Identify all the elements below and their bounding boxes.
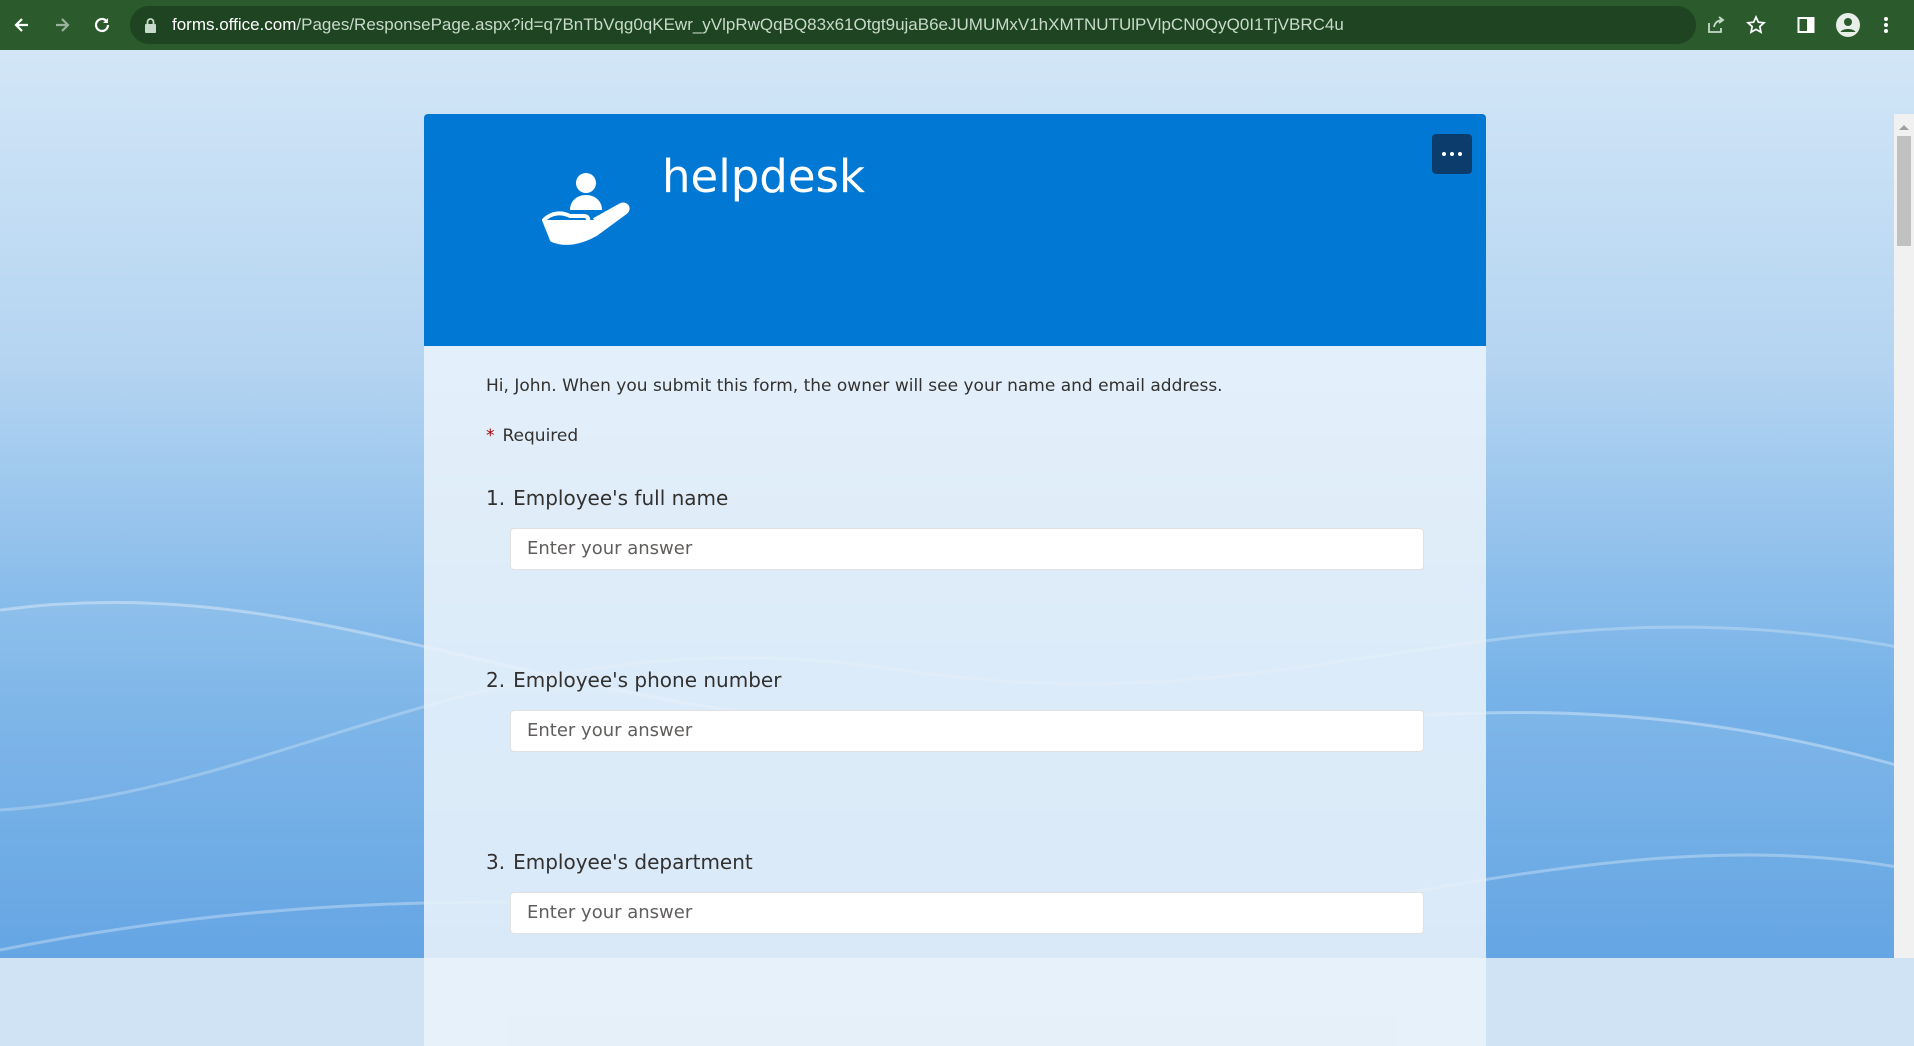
url-host: forms.office.com [172, 15, 297, 34]
page-scrollbar[interactable] [1894, 114, 1914, 958]
question-number: 3. [486, 850, 506, 874]
scrollbar-thumb[interactable] [1897, 136, 1911, 246]
star-icon[interactable] [1744, 13, 1768, 37]
form-title: helpdesk [662, 150, 866, 203]
lock-icon[interactable] [144, 18, 157, 38]
form-card: helpdesk Hi, John. When you submit this … [424, 114, 1486, 1046]
question-number: 1. [486, 486, 506, 510]
required-star: * [486, 426, 495, 446]
phone-number-input[interactable]: Enter your answer [510, 710, 1424, 752]
share-icon[interactable] [1704, 13, 1728, 37]
full-name-input[interactable]: Enter your answer [510, 528, 1424, 570]
question-label: Employee's full name [513, 486, 729, 510]
question-2: 2. Employee's phone number Enter your ans… [486, 668, 1426, 752]
question-label: Employee's phone number [513, 668, 782, 692]
menu-icon[interactable] [1870, 9, 1902, 41]
more-dot-icon [1442, 152, 1446, 156]
address-bar[interactable]: forms.office.com/Pages/ResponsePage.aspx… [130, 6, 1766, 44]
form-body: Hi, John. When you submit this form, the… [424, 346, 1486, 1046]
forward-icon[interactable] [46, 9, 78, 41]
question-3: 3. Employee's department Enter your answe… [486, 850, 1426, 934]
question-label: Employee's department [513, 850, 753, 874]
question-title: 3. Employee's department [486, 850, 1426, 874]
form-banner: helpdesk [424, 114, 1486, 346]
question-title: 1. Employee's full name [486, 486, 1426, 510]
url-path: /Pages/ResponsePage.aspx?id=q7BnTbVqg0qK… [296, 15, 1344, 34]
question-title: 2. Employee's phone number [486, 668, 1426, 692]
required-label: Required [502, 426, 579, 446]
scroll-up-arrow-icon[interactable] [1898, 118, 1910, 136]
sidepanel-icon[interactable] [1790, 9, 1822, 41]
more-options-button[interactable] [1432, 134, 1472, 174]
profile-icon[interactable] [1832, 9, 1864, 41]
reload-icon[interactable] [86, 9, 118, 41]
back-icon[interactable] [6, 9, 38, 41]
form-intro-text: Hi, John. When you submit this form, the… [486, 376, 1223, 396]
helpdesk-hand-icon [542, 170, 632, 251]
browser-toolbar: forms.office.com/Pages/ResponsePage.aspx… [0, 0, 1914, 50]
department-input[interactable]: Enter your answer [510, 892, 1424, 934]
url-text[interactable]: forms.office.com/Pages/ResponsePage.aspx… [172, 6, 1612, 44]
more-dot-icon [1450, 152, 1454, 156]
question-1: 1. Employee's full name Enter your answer [486, 486, 1426, 570]
question-number: 2. [486, 668, 506, 692]
more-dot-icon [1458, 152, 1462, 156]
required-note: * Required [486, 426, 578, 446]
